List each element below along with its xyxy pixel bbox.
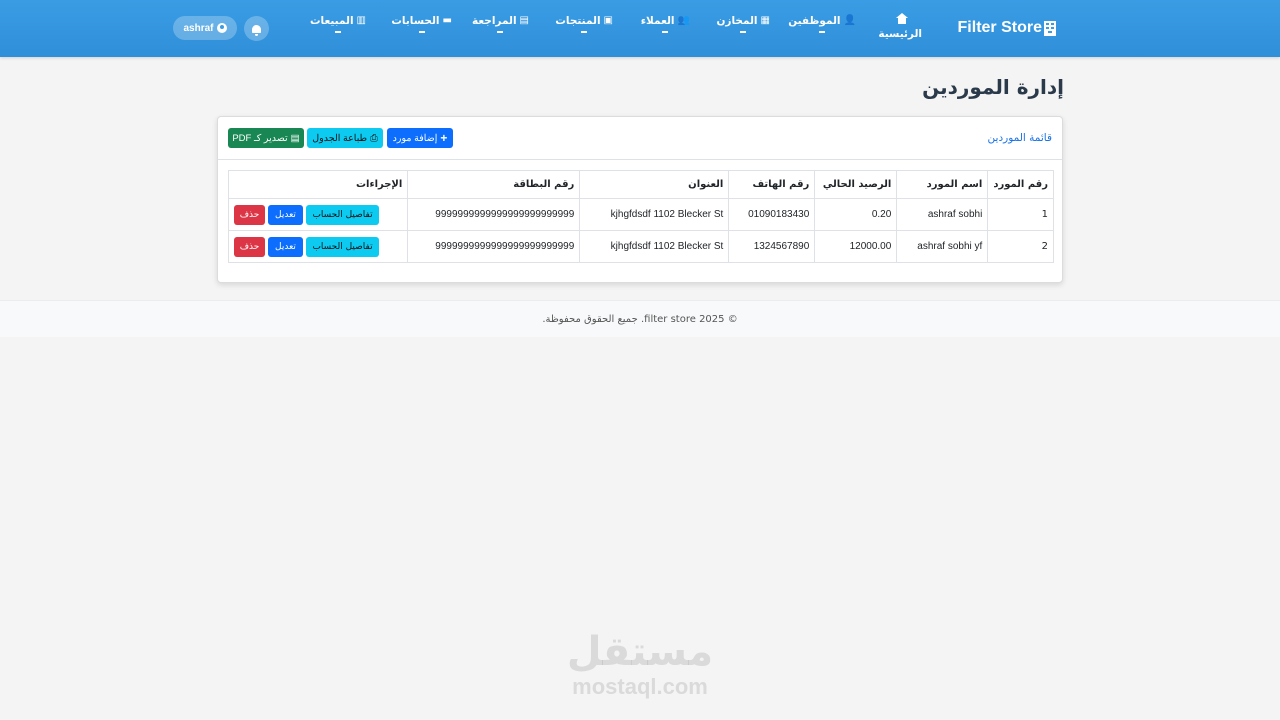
cell-balance: 0.20	[814, 198, 898, 231]
table-header-row: رقم المورد اسم المورد الرصيد الحالي رقم …	[227, 170, 1054, 199]
chevron-down-icon	[418, 31, 425, 33]
cell-card: 9999999999999999999999999	[407, 198, 581, 231]
building-icon	[1044, 20, 1056, 36]
card-header: قائمة الموردين + إضافة مورد ⎙ طباعة الجد…	[218, 117, 1062, 160]
edit-button[interactable]: تعديل	[268, 236, 303, 257]
nav-home-label: الرئيسية	[878, 28, 922, 40]
account-details-button[interactable]: تفاصيل الحساب	[306, 236, 379, 257]
table-row: 2 ashraf sobhi yf 12000.00 1324567890 kj…	[227, 230, 1054, 263]
notifications-button[interactable]	[244, 16, 269, 41]
cell-actions: تفاصيل الحساب تعديل حذف	[227, 198, 409, 231]
chevron-down-icon	[581, 31, 588, 33]
navbar: Filter Store الرئيسية 👤 الموظفين ▦ المخا…	[0, 0, 1280, 57]
th-address: العنوان	[579, 170, 730, 199]
chevron-down-icon	[819, 31, 826, 33]
money-icon: ▬	[442, 15, 452, 26]
nav-customers[interactable]: 👥 العملاء	[640, 15, 690, 33]
cell-address: kjhgfdsdf 1102 Blecker St	[579, 230, 730, 263]
chevron-down-icon	[740, 31, 747, 33]
watermark-arabic: مستقل	[566, 629, 714, 675]
th-phone: رقم الهاتف	[728, 170, 816, 199]
page-title: إدارة الموردين	[922, 75, 1064, 99]
export-pdf-label: تصدير كـ PDF	[232, 132, 288, 144]
cell-id: 2	[987, 230, 1054, 263]
cell-name: ashraf sobhi yf	[896, 230, 989, 263]
brand-logo[interactable]: Filter Store	[958, 19, 1056, 37]
cell-balance: 12000.00	[814, 230, 898, 263]
th-card: رقم البطاقة	[407, 170, 581, 199]
file-pdf-icon: ▤	[290, 132, 300, 144]
boxes-icon: ▣	[603, 15, 613, 26]
mostaql-watermark: مستقل mostaql.com	[560, 630, 720, 700]
cell-name: ashraf sobhi	[896, 198, 989, 231]
nav-home[interactable]: الرئيسية	[878, 13, 922, 40]
chevron-down-icon	[334, 31, 341, 33]
th-actions: الإجراءات	[227, 170, 409, 199]
chevron-down-icon	[497, 31, 504, 33]
user-name: ashraf	[183, 22, 214, 34]
nav-products[interactable]: ▣ المنتجات	[555, 15, 613, 33]
user-tie-icon: 👤	[843, 15, 856, 26]
cell-address: kjhgfdsdf 1102 Blecker St	[579, 198, 730, 231]
user-menu[interactable]: ashraf	[173, 16, 237, 40]
nav-accounts-label: الحسابات	[391, 15, 440, 27]
nav-review-label: المراجعة	[471, 15, 517, 27]
th-balance: الرصيد الحالي	[814, 170, 898, 199]
nav-sales[interactable]: ▥ المبيعات	[309, 15, 366, 33]
cell-card: 9999999999999999999999999	[407, 230, 581, 263]
export-pdf-button[interactable]: ▤ تصدير كـ PDF	[228, 128, 304, 148]
nav-review[interactable]: ▤ المراجعة	[471, 15, 529, 33]
brand-name: Filter Store	[957, 19, 1042, 36]
add-supplier-button[interactable]: + إضافة مورد	[387, 128, 453, 148]
chart-icon: ▥	[356, 15, 366, 26]
cell-phone: 01090183430	[728, 198, 816, 231]
bell-icon	[252, 24, 261, 36]
nav-products-label: المنتجات	[555, 15, 601, 27]
nav-accounts[interactable]: ▬ الحسابات	[391, 15, 452, 33]
chevron-down-icon	[662, 31, 669, 33]
nav-warehouses-label: المخازن	[716, 15, 758, 27]
user-circle-icon	[216, 23, 227, 33]
table-row: 1 ashraf sobhi 0.20 01090183430 kjhgfdsd…	[227, 198, 1054, 231]
watermark-latin: mostaql.com	[572, 674, 708, 699]
home-icon	[896, 13, 908, 24]
copyright-text: © 2025 filter store. جميع الحقوق محفوظة.	[542, 313, 738, 325]
cell-actions: تفاصيل الحساب تعديل حذف	[227, 230, 409, 263]
users-icon: 👥	[677, 15, 690, 26]
account-details-button[interactable]: تفاصيل الحساب	[306, 204, 379, 225]
nav-customers-label: العملاء	[640, 15, 675, 27]
clipboard-icon: ▤	[519, 15, 529, 26]
delete-button[interactable]: حذف	[234, 236, 265, 257]
cell-id: 1	[987, 198, 1054, 231]
warehouse-icon: ▦	[760, 15, 770, 26]
edit-button[interactable]: تعديل	[268, 204, 303, 225]
print-table-button[interactable]: ⎙ طباعة الجدول	[307, 128, 383, 148]
print-table-label: طباعة الجدول	[312, 132, 368, 144]
card-title: قائمة الموردين	[987, 132, 1052, 144]
th-name: اسم المورد	[896, 170, 989, 199]
nav-employees-label: الموظفين	[788, 15, 841, 27]
cell-phone: 1324567890	[728, 230, 816, 263]
nav-warehouses[interactable]: ▦ المخازن	[716, 15, 770, 33]
plus-icon: +	[440, 131, 448, 145]
nav-sales-label: المبيعات	[309, 15, 354, 27]
delete-button[interactable]: حذف	[234, 204, 265, 225]
th-id: رقم المورد	[987, 170, 1054, 199]
printer-icon: ⎙	[370, 132, 378, 144]
suppliers-table: رقم المورد اسم المورد الرصيد الحالي رقم …	[227, 170, 1054, 263]
add-supplier-label: إضافة مورد	[392, 132, 438, 144]
suppliers-card: قائمة الموردين + إضافة مورد ⎙ طباعة الجد…	[217, 116, 1063, 283]
footer: © 2025 filter store. جميع الحقوق محفوظة.	[0, 300, 1280, 337]
nav-employees[interactable]: 👤 الموظفين	[788, 15, 856, 33]
